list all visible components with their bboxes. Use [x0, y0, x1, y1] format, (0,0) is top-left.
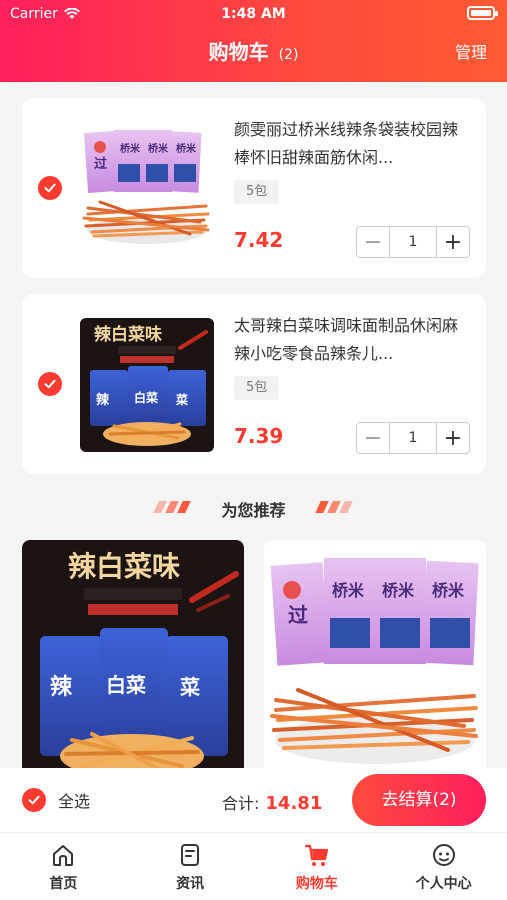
cart-count: (2): [278, 47, 299, 63]
svg-text:辣白菜味: 辣白菜味: [94, 324, 162, 345]
svg-text:桥米: 桥米: [148, 142, 169, 155]
svg-text:菜: 菜: [179, 675, 200, 699]
status-time: 1:48 AM: [221, 6, 286, 22]
page-title-text: 购物车: [208, 40, 269, 64]
cart-item: 辣白菜味 辣 白菜 菜 太哥辣白菜味调味面制品休闲麻辣小吃零食品辣条儿... 5…: [22, 294, 486, 474]
product-title[interactable]: 颜雯丽过桥米线辣条袋装校园辣棒怀旧甜辣面筋休闲...: [234, 116, 464, 172]
item-checkbox[interactable]: [38, 176, 62, 200]
select-all[interactable]: 全选: [22, 788, 90, 812]
svg-text:桥米: 桥米: [176, 142, 197, 155]
home-icon: [53, 845, 74, 866]
svg-text:桥米: 桥米: [382, 581, 415, 600]
product-spec[interactable]: 5包: [234, 180, 280, 204]
quantity-value[interactable]: 1: [389, 423, 437, 453]
item-checkbox[interactable]: [38, 372, 62, 396]
svg-text:白菜: 白菜: [106, 673, 146, 697]
svg-text:桥米: 桥米: [120, 142, 141, 155]
svg-text:过: 过: [94, 156, 107, 172]
recommend-product-image: 过 桥米 桥米 桥米: [264, 540, 486, 768]
decrease-button[interactable]: −: [357, 423, 389, 453]
profile-icon: [432, 844, 455, 866]
total-price: 合计: 14.81: [222, 790, 322, 814]
increase-button[interactable]: +: [437, 423, 469, 453]
svg-text:桥米: 桥米: [332, 581, 365, 600]
header-bar: Carrier 1:48 AM 购物车 (2) 管理: [0, 0, 507, 82]
svg-text:辣白菜味: 辣白菜味: [68, 550, 180, 583]
product-price: 7.39: [234, 424, 284, 448]
svg-text:辣: 辣: [50, 674, 73, 700]
status-bar: Carrier 1:48 AM: [0, 0, 507, 28]
checkout-button[interactable]: 去结算(2): [352, 774, 486, 826]
quantity-stepper: − 1 +: [356, 226, 470, 258]
svg-text:白菜: 白菜: [134, 390, 158, 405]
tab-label: 购物车: [295, 876, 338, 892]
news-icon: [181, 844, 200, 866]
tab-label: 资讯: [176, 876, 205, 892]
recommend-header: 为您推荐: [0, 494, 507, 524]
tab-home[interactable]: 首页: [0, 833, 127, 900]
quantity-stepper: − 1 +: [356, 422, 470, 454]
product-price: 7.42: [234, 228, 284, 252]
quantity-value[interactable]: 1: [389, 227, 437, 257]
product-image[interactable]: 过 桥米 桥米 桥米: [80, 122, 214, 256]
recommend-product-card[interactable]: 过 桥米 桥米 桥米: [264, 540, 486, 768]
cart-item: 过 桥米 桥米 桥米 颜雯丽过桥米线辣条袋装校园辣棒怀旧甜辣面筋休闲... 5包…: [22, 98, 486, 278]
svg-text:辣: 辣: [96, 392, 110, 408]
recommend-title: 为您推荐: [221, 501, 286, 520]
select-all-checkbox[interactable]: [22, 788, 46, 812]
total-amount: 14.81: [265, 793, 323, 814]
tab-label: 个人中心: [415, 876, 472, 892]
svg-text:菜: 菜: [175, 392, 188, 407]
tab-cart[interactable]: 购物车: [254, 833, 381, 900]
tab-profile[interactable]: 个人中心: [380, 833, 507, 900]
page-title: 购物车 (2): [0, 36, 507, 65]
product-title[interactable]: 太哥辣白菜味调味面制品休闲麻辣小吃零食品辣条儿...: [234, 312, 464, 368]
cart-content[interactable]: 过 桥米 桥米 桥米 颜雯丽过桥米线辣条袋装校园辣棒怀旧甜辣面筋休闲... 5包…: [0, 82, 507, 768]
cart-icon: [304, 844, 328, 866]
increase-button[interactable]: +: [437, 227, 469, 257]
decrease-button[interactable]: −: [357, 227, 389, 257]
svg-text:过: 过: [288, 603, 308, 627]
manage-button[interactable]: 管理: [455, 39, 487, 63]
check-icon: [44, 379, 56, 389]
tab-news[interactable]: 资讯: [127, 833, 254, 900]
decor-stripes: [315, 501, 353, 513]
select-all-label: 全选: [58, 792, 91, 811]
check-icon: [44, 183, 56, 193]
product-image[interactable]: 辣白菜味 辣 白菜 菜: [80, 318, 214, 452]
tab-label: 首页: [49, 876, 78, 892]
check-icon: [28, 795, 40, 805]
tab-bar: 首页 资讯 购物车 个人中心: [0, 832, 507, 900]
svg-text:桥米: 桥米: [432, 581, 465, 600]
battery-icon: [467, 6, 498, 20]
recommend-product-card[interactable]: 辣白菜味 辣 白菜 菜: [22, 540, 244, 768]
total-label: 合计:: [222, 794, 260, 813]
recommend-product-image: 辣白菜味 辣 白菜 菜: [22, 540, 244, 768]
product-spec[interactable]: 5包: [234, 376, 280, 400]
checkout-bar: 全选 合计: 14.81 去结算(2): [0, 768, 507, 832]
